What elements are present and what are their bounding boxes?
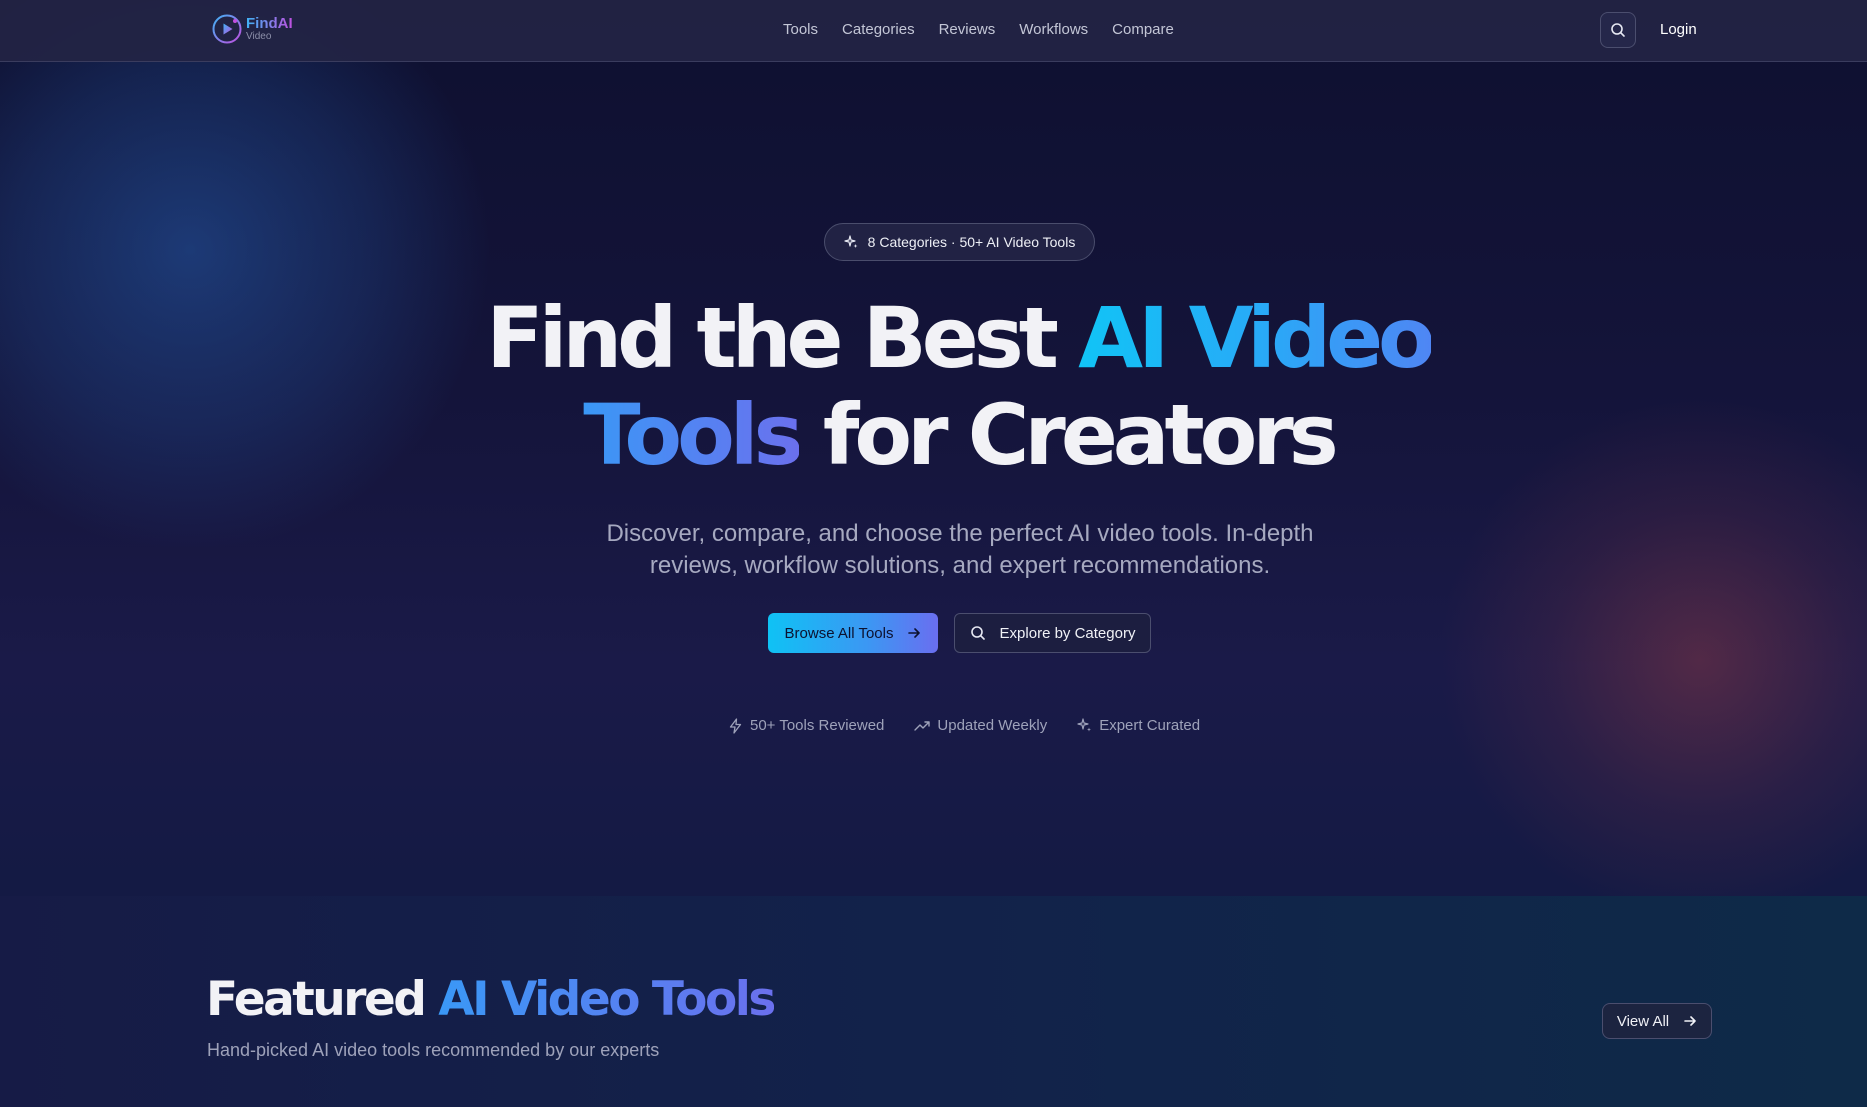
search-icon (1611, 23, 1625, 37)
trending-up-icon (914, 720, 931, 731)
lightning-icon (729, 717, 742, 734)
stat-expert-curated: Expert Curated (1077, 717, 1200, 734)
stat-label: 50+ Tools Reviewed (750, 717, 885, 734)
stat-tools-reviewed: 50+ Tools Reviewed (728, 717, 884, 734)
login-link[interactable]: Login (1660, 21, 1697, 38)
nav-item-tools[interactable]: Tools (783, 21, 818, 38)
headline-line-2: Tools for Creators (0, 387, 1867, 484)
view-all-button[interactable]: View All (1602, 1003, 1712, 1039)
hero-badge-text: 8 Categories · 50+ AI Video Tools (867, 234, 1076, 250)
stat-updated-weekly: Updated Weekly (914, 717, 1047, 734)
play-circle-icon (212, 14, 242, 44)
explore-by-category-button[interactable]: Explore by Category (954, 613, 1151, 653)
view-all-label: View All (1616, 1012, 1670, 1030)
brand-logo[interactable]: FindAI Video (211, 13, 293, 45)
explore-by-category-label: Explore by Category (999, 624, 1136, 642)
hero-headline: Find the Best AI Video Tools for Creator… (0, 290, 1867, 484)
browse-all-tools-button[interactable]: Browse All Tools (768, 613, 938, 653)
brand-subtitle: Video (246, 31, 272, 42)
hero-stats: 50+ Tools Reviewed Updated Weekly Expert… (728, 717, 1200, 734)
browse-all-tools-label: Browse All Tools (784, 624, 894, 642)
sparkles-icon (1077, 718, 1092, 732)
top-navbar: FindAI Video Tools Categories Reviews Wo… (0, 0, 1867, 62)
featured-title-plain: Featured (206, 972, 439, 1027)
headline-line-1: Find the Best AI Video (0, 290, 1867, 387)
nav-item-categories[interactable]: Categories (842, 21, 915, 38)
featured-title: Featured AI Video Tools (206, 970, 776, 1030)
nav-item-reviews[interactable]: Reviews (939, 21, 996, 38)
headline-highlight-1: AI Video (1078, 289, 1436, 387)
featured-title-highlight: AI Video Tools (438, 972, 776, 1027)
search-button[interactable] (1600, 12, 1636, 48)
sparkles-icon (844, 235, 858, 248)
headline-text-2: for Creators (798, 386, 1339, 484)
stat-label: Expert Curated (1099, 717, 1201, 734)
nav-item-workflows[interactable]: Workflows (1019, 21, 1088, 38)
headline-text-1: Find the Best (486, 289, 1079, 387)
headline-highlight-2: Tools (583, 386, 803, 484)
hero-subtitle: Discover, compare, and choose the perfec… (606, 520, 1314, 579)
main-nav: Tools Categories Reviews Workflows Compa… (783, 21, 1174, 38)
arrow-right-icon (1684, 1016, 1696, 1026)
stat-label: Updated Weekly (937, 717, 1048, 734)
brand-name: FindAI (246, 15, 293, 32)
featured-subtitle: Hand-picked AI video tools recommended b… (207, 1040, 660, 1060)
hero-badge: 8 Categories · 50+ AI Video Tools (824, 223, 1095, 261)
nav-item-compare[interactable]: Compare (1112, 21, 1174, 38)
arrow-right-icon (908, 628, 921, 638)
search-icon (970, 626, 985, 640)
